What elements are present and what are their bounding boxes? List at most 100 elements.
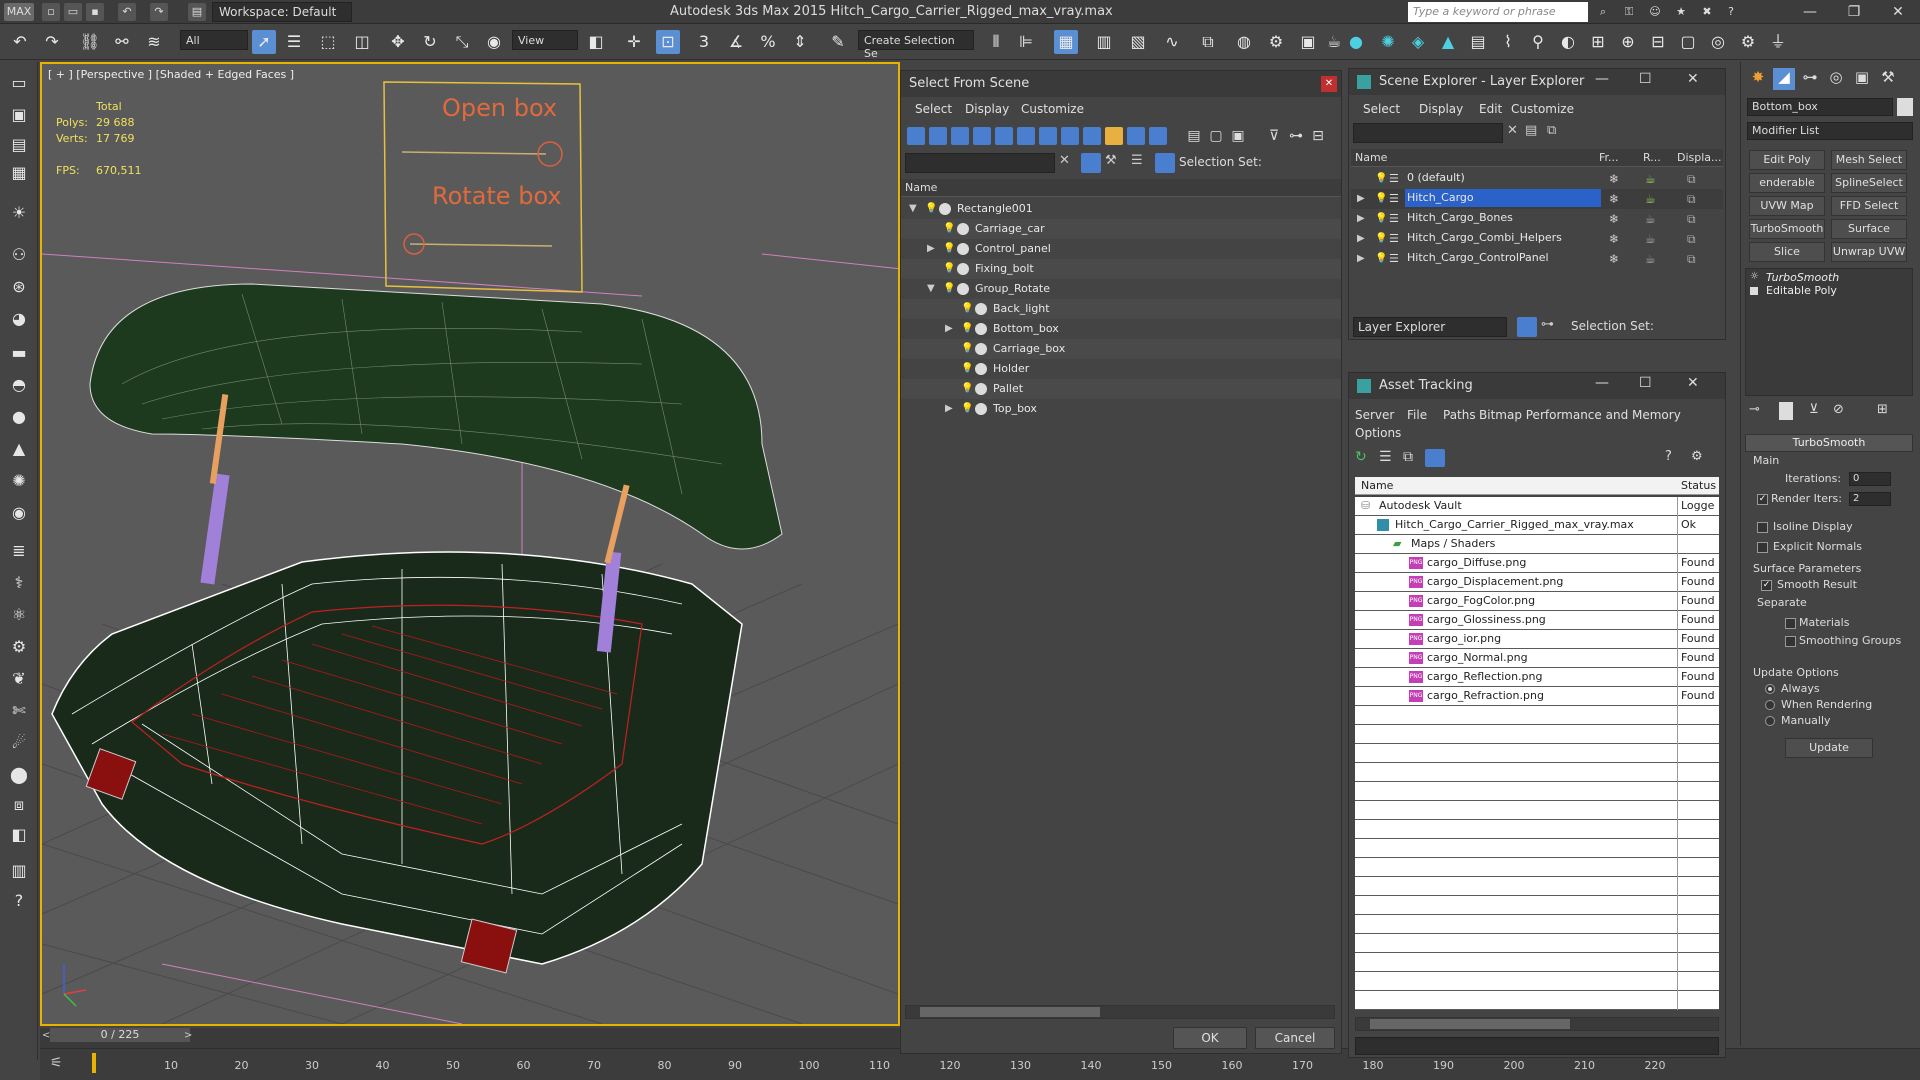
tree-row[interactable]: 💡 Carriage_box xyxy=(901,339,1341,359)
always-radio[interactable] xyxy=(1765,684,1775,694)
asset-row[interactable]: ⛁ Autodesk Vault Logge xyxy=(1355,497,1719,516)
display-lights-icon[interactable] xyxy=(951,127,969,145)
grass-icon[interactable]: ❦ xyxy=(6,666,32,692)
se-col-render[interactable]: R... xyxy=(1643,151,1661,164)
list-view-icon[interactable]: ☰ xyxy=(1379,449,1397,467)
unlink-icon[interactable]: ⚯ xyxy=(110,30,134,54)
expand-arrow-icon[interactable]: ▶ xyxy=(927,239,935,259)
remove-modifier-icon[interactable]: ⊘ xyxy=(1833,402,1844,417)
menu-select[interactable]: Select xyxy=(915,102,952,116)
display-icon[interactable]: ⧉ xyxy=(1687,249,1696,269)
pivot-center-icon[interactable]: ◧ xyxy=(584,30,608,54)
light-bulb-icon[interactable]: 💡 xyxy=(943,283,955,295)
se-find-input[interactable] xyxy=(1353,123,1503,143)
expand-arrow-icon[interactable]: ▶ xyxy=(1357,209,1365,229)
asset-row[interactable]: PNG cargo_Normal.png Found xyxy=(1355,649,1719,668)
utilities-tab-icon[interactable]: ⚒ xyxy=(1877,68,1899,90)
light-bulb-icon[interactable]: 💡 xyxy=(1375,213,1387,225)
find-input[interactable] xyxy=(905,153,1055,173)
align-icon[interactable]: ⊫ xyxy=(1014,30,1038,54)
expand-arrow-icon[interactable]: ▶ xyxy=(1357,229,1365,249)
display-spacewarps-icon[interactable] xyxy=(1017,127,1035,145)
light-bulb-icon[interactable]: 💡 xyxy=(925,203,937,215)
display-containers-icon[interactable] xyxy=(1105,127,1123,145)
menu-customize[interactable]: Customize xyxy=(1021,102,1084,116)
reference-coordinate-dropdown[interactable]: View xyxy=(512,30,578,50)
schematic-view-icon[interactable]: ⧉ xyxy=(1196,30,1220,54)
toolbar-icon-21[interactable]: ☄ xyxy=(6,730,32,756)
light-bulb-icon[interactable]: 💡 xyxy=(961,363,973,375)
toolbar-icon-1[interactable]: ▭ xyxy=(6,70,32,96)
toolbar-icon-22[interactable]: ⬤ xyxy=(6,762,32,788)
menu-display[interactable]: Display xyxy=(965,102,1009,116)
toolbar-icon-14[interactable]: ◉ xyxy=(6,500,32,526)
modifier-set-button[interactable]: enderable Splir xyxy=(1749,173,1825,207)
move-icon[interactable]: ✥ xyxy=(386,30,410,54)
display-icon[interactable]: ⧉ xyxy=(1687,229,1696,249)
light-bulb-icon[interactable]: 💡 xyxy=(943,263,955,275)
modifier-set-button[interactable]: Mesh Select xyxy=(1831,150,1907,170)
scrollbar-thumb[interactable] xyxy=(920,1007,1100,1017)
asset-row[interactable]: Hitch_Cargo_Carrier_Rigged_max_vray.max O… xyxy=(1355,516,1719,535)
light-bulb-icon[interactable]: 💡 xyxy=(961,383,973,395)
help-icon[interactable]: ? xyxy=(1722,3,1740,21)
iterations-spinner[interactable]: 0 xyxy=(1849,472,1891,486)
show-end-result-icon[interactable] xyxy=(1779,402,1793,420)
motion-tab-icon[interactable]: ◎ xyxy=(1825,68,1847,90)
mirror-icon[interactable]: ⫴ xyxy=(984,30,1008,54)
cancel-button[interactable]: Cancel xyxy=(1255,1027,1335,1049)
maximize-button[interactable]: ☐ xyxy=(1639,375,1652,391)
render-iters-spinner[interactable]: 2 xyxy=(1849,492,1891,506)
minimize-button[interactable]: — xyxy=(1788,0,1832,24)
vray-ies-icon[interactable]: ⊟ xyxy=(1646,30,1670,54)
trackbar-toggle-icon[interactable]: ⚟ xyxy=(50,1055,63,1071)
collapse-arrow-icon[interactable]: ▼ xyxy=(909,199,917,219)
expand-arrow-icon[interactable]: ▶ xyxy=(945,319,953,339)
asset-path-field[interactable] xyxy=(1355,1037,1719,1055)
percent-snap-icon[interactable]: % xyxy=(756,30,780,54)
display-geometry-icon[interactable] xyxy=(907,127,925,145)
light-bulb-icon[interactable]: 💡 xyxy=(961,403,973,415)
at-menu-paths[interactable]: Paths xyxy=(1443,408,1476,422)
tree-row[interactable]: 💡 Carriage_car xyxy=(901,219,1341,239)
toolbar-icon-9[interactable]: ▬ xyxy=(6,340,32,366)
at-col-status[interactable]: Status xyxy=(1681,479,1716,492)
graphite-ribbon-icon[interactable]: ▧ xyxy=(1126,30,1150,54)
when-rendering-radio[interactable] xyxy=(1765,700,1775,710)
light-bulb-icon[interactable]: 💡 xyxy=(1375,253,1387,265)
se-menu-select[interactable]: Select xyxy=(1363,102,1400,116)
redo-icon[interactable]: ↷ xyxy=(40,30,64,54)
sphere-icon[interactable]: ● xyxy=(6,404,32,430)
light-bulb-icon[interactable]: 💡 xyxy=(1375,173,1387,185)
at-scrollbar-thumb[interactable] xyxy=(1370,1019,1570,1029)
tree-row[interactable]: ▼ 💡 Group_Rotate xyxy=(901,279,1341,299)
display-tab-icon[interactable]: ▣ xyxy=(1851,68,1873,90)
light-bulb-icon[interactable]: ☼ xyxy=(1750,271,1759,282)
stack-item-turbosmooth[interactable]: TurboSmooth xyxy=(1766,271,1839,284)
object-color-swatch[interactable] xyxy=(1897,98,1913,116)
stack-item-editable-poly[interactable]: Editable Poly xyxy=(1766,284,1837,297)
table-view-icon[interactable] xyxy=(1425,449,1445,467)
light-bulb-icon[interactable]: 💡 xyxy=(1375,193,1387,205)
vray-object-props-icon[interactable]: ▤ xyxy=(1466,30,1490,54)
toolbar-icon-8[interactable]: ◕ xyxy=(6,306,32,332)
at-menu-options[interactable]: Options xyxy=(1355,426,1401,440)
render-teapot-icon[interactable]: ☕ xyxy=(1645,229,1656,249)
add-to-layer-icon[interactable]: ⧉ xyxy=(1547,123,1556,138)
at-menu-server[interactable]: Server xyxy=(1355,408,1394,422)
asset-row[interactable]: PNG cargo_Displacement.png Found xyxy=(1355,573,1719,592)
search-input[interactable]: Type a keyword or phrase xyxy=(1408,2,1588,22)
render-teapot-icon[interactable]: ☕ xyxy=(1645,169,1656,189)
display-shapes-icon[interactable] xyxy=(929,127,947,145)
display-xrefs-icon[interactable] xyxy=(1061,127,1079,145)
expand-arrow-icon[interactable]: ▶ xyxy=(945,399,953,419)
modifier-set-button[interactable]: TurboSmooth xyxy=(1749,219,1825,239)
layer-row[interactable]: ▶ 💡 ☰ Hitch_Cargo_ControlPanel ❄ ☕ ⧉ xyxy=(1351,249,1723,269)
modifier-list-dropdown[interactable]: Modifier List xyxy=(1747,122,1913,140)
toggle-scene-explorer-icon[interactable]: ▦ xyxy=(1054,30,1078,54)
open-file-icon[interactable]: ▭ xyxy=(64,3,82,21)
pin-stack-icon[interactable]: ⊸ xyxy=(1749,402,1760,417)
bind-spacewarp-icon[interactable]: ≋ xyxy=(142,30,166,54)
vray-proxy-icon[interactable]: ◐ xyxy=(1556,30,1580,54)
save-file-icon[interactable]: ▪ xyxy=(86,3,104,21)
